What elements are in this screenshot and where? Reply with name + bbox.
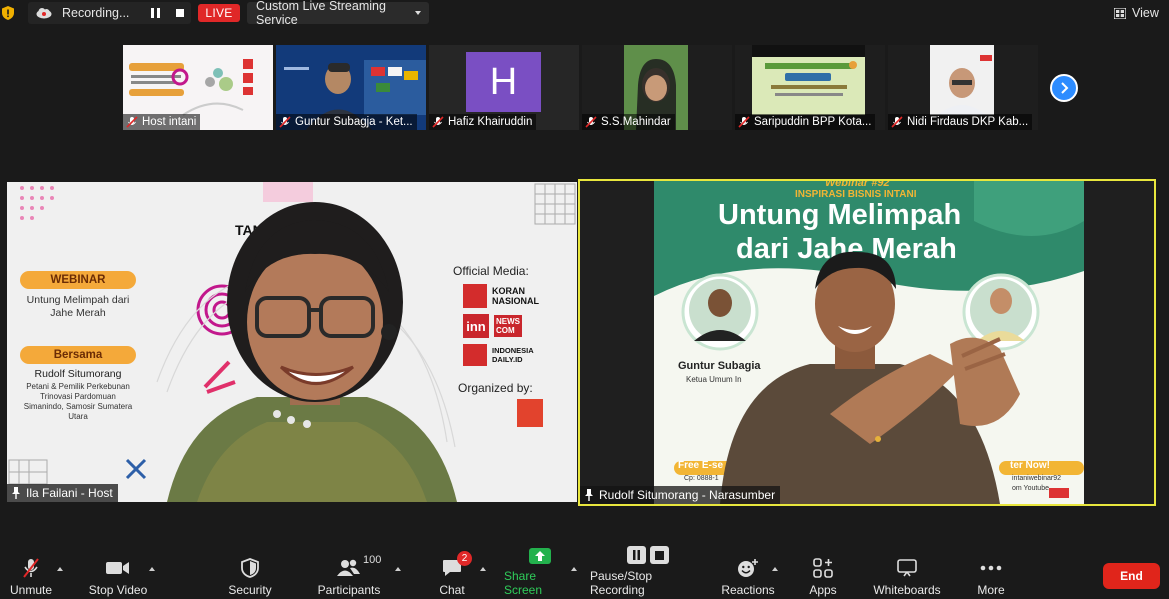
participant-name-tag: Nidi Firdaus DKP Kab... (888, 114, 1033, 130)
more-button[interactable]: More (972, 553, 1010, 597)
participant-tile-ss-mahindar[interactable]: S.S.Mahindar (582, 45, 732, 130)
media-logos: KORAN NASIONAL inn NEWS COM INDONESIA DAI… (463, 284, 563, 366)
stop-recording-icon[interactable] (176, 9, 184, 17)
more-dots-icon (980, 565, 1002, 571)
whiteboard-icon (897, 559, 917, 577)
view-button[interactable]: View (1114, 2, 1166, 24)
participants-options-caret[interactable] (395, 567, 401, 571)
security-shield-icon[interactable] (2, 6, 14, 20)
participant-name-tag: Saripuddin BPP Kota... (735, 114, 876, 130)
view-label: View (1132, 6, 1159, 20)
stop-video-button[interactable]: Stop Video (86, 553, 150, 597)
mic-muted-icon (279, 116, 291, 128)
mic-muted-icon (23, 558, 39, 578)
whiteboards-label: Whiteboards (873, 583, 941, 597)
chevron-right-icon (1061, 82, 1069, 94)
mic-muted-icon (585, 116, 597, 128)
participants-count: 100 (363, 554, 382, 566)
webinar-tag: WEBINAR (20, 271, 136, 289)
reactions-button[interactable]: Reactions (721, 553, 775, 597)
pin-icon (585, 489, 593, 501)
avatar: H (466, 52, 541, 112)
cloud-recording-icon (36, 8, 52, 19)
speaker-description: Petani & Pemilik Perkebunan Trinovasi Pa… (23, 382, 133, 421)
stream-service-label: Custom Live Streaming Service (256, 0, 386, 27)
poster-title-line1: Untung Melimpah (718, 199, 962, 231)
reactions-options-caret[interactable] (772, 567, 778, 571)
share-screen-label: Share Screen (504, 569, 543, 597)
security-label: Security (228, 583, 272, 597)
participant-tile-nidi-firdaus[interactable]: Nidi Firdaus DKP Kab... (888, 45, 1038, 130)
mic-muted-icon (891, 116, 903, 128)
apps-button[interactable]: Apps (806, 553, 840, 597)
participants-icon (337, 559, 360, 576)
unmute-button[interactable]: Unmute (4, 553, 58, 597)
participant-tile-host-intani[interactable]: Host intani (123, 45, 273, 130)
shield-icon (241, 558, 259, 578)
participant-name-tag: Host intani (123, 114, 201, 130)
chat-options-caret[interactable] (480, 567, 486, 571)
pause-recording-icon[interactable] (151, 8, 160, 18)
share-screen-button[interactable]: Share Screen (504, 548, 576, 597)
recording-controls-label: Pause/Stop Recording (590, 569, 653, 597)
host-person (167, 202, 457, 502)
apps-icon (813, 558, 833, 578)
recording-status: Recording... (28, 2, 191, 24)
video-camera-icon (106, 562, 129, 574)
more-label: More (977, 583, 1005, 597)
audio-options-caret[interactable] (57, 567, 63, 571)
webinar-title: Untung Melimpah dari Jahe Merah (26, 294, 130, 319)
chat-unread-badge: 2 (457, 551, 472, 566)
end-meeting-button[interactable]: End (1103, 563, 1160, 589)
mic-muted-icon (738, 116, 750, 128)
stop-video-label: Stop Video (88, 583, 148, 597)
participant-tile-hafiz-khairuddin[interactable]: H Hafiz Khairuddin (429, 45, 579, 130)
video-tile-host[interactable]: TANITV WEBINAR Untung Melimpah dari Jahe… (7, 182, 577, 502)
chat-label: Chat (439, 583, 465, 597)
security-button[interactable]: Security (225, 553, 275, 597)
participant-name-tag: Hafiz Khairuddin (429, 114, 537, 130)
next-page-button[interactable] (1050, 74, 1078, 102)
grid-view-icon (1114, 7, 1126, 19)
organizer-logo (517, 399, 543, 427)
mic-muted-icon (126, 116, 138, 128)
speaker-name: Rudolf Situmorang (34, 368, 122, 380)
unmute-label: Unmute (9, 583, 53, 597)
chat-button[interactable]: 2 Chat (436, 551, 472, 597)
live-badge[interactable]: LIVE (198, 4, 240, 22)
apps-label: Apps (809, 583, 837, 597)
recording-controls-icon (627, 546, 669, 564)
pause-stop-recording-button[interactable]: Pause/Stop Recording (590, 546, 708, 597)
participant-name-tag: Ila Failani - Host (7, 484, 118, 502)
participant-name-tag: Guntur Subagja - Ket... (276, 114, 417, 130)
share-options-caret[interactable] (571, 567, 577, 571)
stream-service-dropdown[interactable]: Custom Live Streaming Service (247, 0, 429, 27)
chevron-down-icon (415, 11, 421, 15)
participants-button[interactable]: 100 Participants (316, 553, 382, 597)
participant-name-tag: Rudolf Situmorang - Narasumber (580, 486, 781, 504)
recording-label: Recording... (62, 6, 130, 20)
share-screen-icon (529, 548, 551, 564)
bersama-tag: Bersama (20, 346, 136, 364)
participant-tile-saripuddin[interactable]: Saripuddin BPP Kota... (735, 45, 885, 130)
video-options-caret[interactable] (149, 567, 155, 571)
webinar-number: Webinar #92 (825, 179, 890, 189)
participant-name-tag: S.S.Mahindar (582, 114, 675, 130)
smile-plus-icon (738, 559, 758, 577)
participant-tile-guntur-subagja[interactable]: Guntur Subagja - Ket... (276, 45, 426, 130)
whiteboards-button[interactable]: Whiteboards (870, 553, 944, 597)
reactions-label: Reactions (721, 583, 775, 597)
video-tile-active-speaker[interactable]: Webinar #92 INSPIRASI BISNIS INTANI Untu… (578, 179, 1156, 506)
mic-muted-icon (432, 116, 444, 128)
participants-label: Participants (317, 583, 381, 597)
speaker-person (720, 251, 1020, 504)
pin-icon (12, 487, 20, 499)
